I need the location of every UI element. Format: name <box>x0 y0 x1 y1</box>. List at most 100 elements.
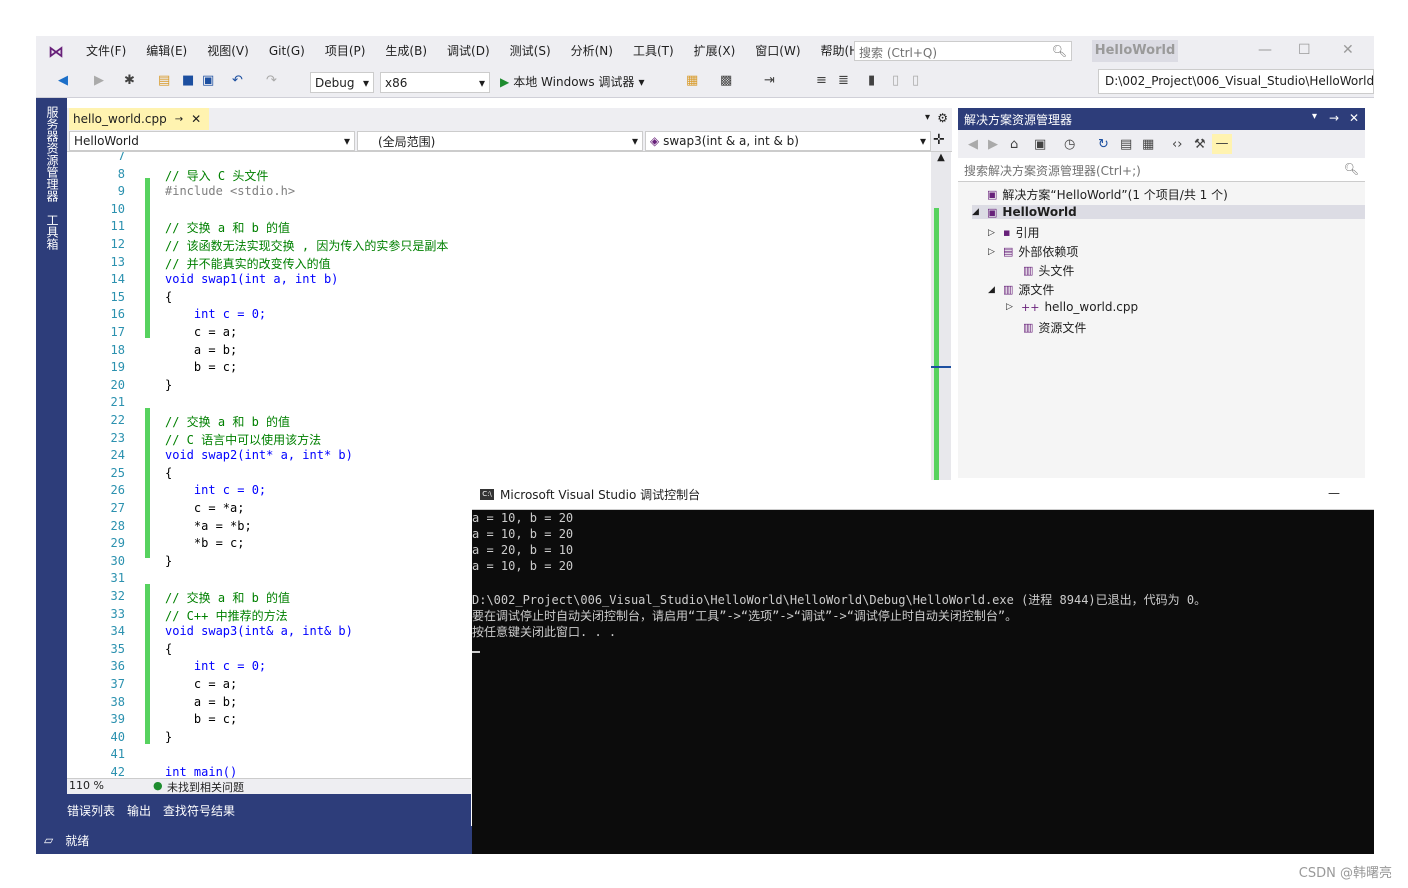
code-line[interactable]: // 交换 a 和 b 的值 <box>165 413 290 430</box>
forward-icon[interactable]: ▶ <box>988 137 998 152</box>
code-line[interactable]: b = c; <box>165 712 237 726</box>
tree-item[interactable]: ▷ ▤ 外部依赖项 <box>988 243 1078 260</box>
find-in-files-icon[interactable]: ▦ <box>686 73 698 88</box>
menu-item[interactable]: 编辑(E) <box>136 36 197 66</box>
code-line[interactable]: b = c; <box>165 360 237 374</box>
menu-item[interactable]: 生成(B) <box>375 36 437 66</box>
expander-icon[interactable]: ▷ <box>988 247 998 257</box>
comment-icon[interactable]: ≡ <box>816 73 827 88</box>
refresh-icon[interactable]: ↻ <box>1098 137 1109 152</box>
show-all-files-icon[interactable]: ▦ <box>1142 137 1154 152</box>
redo-icon[interactable]: ↷ <box>266 73 277 88</box>
code-line[interactable]: int main() <box>165 765 237 778</box>
menu-item[interactable]: 窗口(W) <box>745 36 810 66</box>
properties-icon[interactable]: ⚒ <box>1194 137 1206 152</box>
uncomment-icon[interactable]: ≣ <box>838 73 849 88</box>
prev-bookmark-icon[interactable]: ▯ <box>892 73 899 88</box>
code-line[interactable]: c = a; <box>165 677 237 691</box>
project-scope-select[interactable]: HelloWorld ▾ <box>69 131 355 151</box>
menu-item[interactable]: 视图(V) <box>197 36 259 66</box>
view-code-icon[interactable]: ‹› <box>1172 137 1182 152</box>
code-line[interactable]: int c = 0; <box>165 307 266 321</box>
new-project-icon[interactable]: ✱ <box>124 73 135 88</box>
step-icon[interactable]: ⇥ <box>764 73 775 88</box>
code-line[interactable]: // 交换 a 和 b 的值 <box>165 219 290 236</box>
scroll-up-icon[interactable]: ▲ <box>931 152 951 170</box>
code-line[interactable]: #include <stdio.h> <box>165 184 295 198</box>
split-icon[interactable]: ✛ <box>933 132 945 148</box>
expander-icon[interactable]: ▷ <box>988 228 998 238</box>
close-tab-icon[interactable]: ✕ <box>191 112 201 126</box>
close-icon[interactable]: ✕ <box>1349 111 1359 125</box>
menu-item[interactable]: 工具(T) <box>623 36 684 66</box>
menu-item[interactable]: 测试(S) <box>500 36 561 66</box>
pin-icon[interactable]: → <box>1329 111 1339 125</box>
code-line[interactable]: void swap1(int a, int b) <box>165 272 338 286</box>
tab-dropdown-icon[interactable]: ▾ <box>925 112 930 123</box>
configuration-select[interactable]: Debug ▾ <box>310 72 374 93</box>
save-icon[interactable]: ■ <box>182 73 194 88</box>
maximize-icon[interactable]: ☐ <box>1298 42 1311 58</box>
platform-select[interactable]: x86 ▾ <box>380 72 490 93</box>
minimize-icon[interactable]: — <box>1328 486 1340 500</box>
server-explorer-tab[interactable]: 服务器资源管理器 <box>44 106 61 202</box>
code-line[interactable]: } <box>165 730 172 744</box>
tree-item[interactable]: ▣ 解决方案“HelloWorld”(1 个项目/共 1 个) <box>972 186 1228 203</box>
collapse-all-icon[interactable]: ▤ <box>1120 137 1132 152</box>
code-line[interactable]: void swap2(int* a, int* b) <box>165 448 353 462</box>
issues-status[interactable]: 未找到相关问题 <box>167 779 244 795</box>
search-input[interactable]: 搜索 (Ctrl+Q) 🔍︎ <box>854 41 1072 61</box>
pin-icon[interactable]: → <box>175 114 183 125</box>
tree-item[interactable]: ▷ ++ hello_world.cpp <box>1006 300 1138 314</box>
code-line[interactable]: int c = 0; <box>165 659 266 673</box>
home-icon[interactable]: ⌂ <box>1010 137 1018 152</box>
save-all-icon[interactable]: ▣ <box>202 73 214 88</box>
start-debugger-button[interactable]: ▶ 本地 Windows 调试器 ▾ <box>500 73 644 90</box>
global-scope-select[interactable]: (全局范围) ▾ <box>357 131 643 151</box>
code-line[interactable]: // 导入 C 头文件 <box>165 167 268 184</box>
code-line[interactable]: *b = c; <box>165 536 245 550</box>
tab-hello-world-cpp[interactable]: hello_world.cpp → ✕ <box>69 108 209 130</box>
code-line[interactable]: // C 语言中可以使用该方法 <box>165 431 321 448</box>
code-line[interactable]: a = b; <box>165 343 237 357</box>
forward-icon[interactable]: ▶ <box>94 73 104 88</box>
tree-item[interactable]: ◢ ▥ 源文件 <box>988 281 1054 298</box>
code-line[interactable]: { <box>165 642 172 656</box>
code-line[interactable]: c = a; <box>165 325 237 339</box>
open-folder-icon[interactable]: ▤ <box>158 73 170 88</box>
code-line[interactable]: // 并不能真实的改变传入的值 <box>165 255 331 272</box>
tree-item[interactable]: ▷ ▪ 引用 <box>988 224 1039 241</box>
menu-item[interactable]: 扩展(X) <box>684 36 746 66</box>
code-line[interactable]: c = *a; <box>165 501 245 515</box>
path-box[interactable]: D:\002_Project\006_Visual_Studio\HelloWo… <box>1098 69 1374 94</box>
code-line[interactable]: void swap3(int& a, int& b) <box>165 624 353 638</box>
history-icon[interactable]: ◷ <box>1064 137 1075 152</box>
code-line[interactable]: int c = 0; <box>165 483 266 497</box>
settings-icon[interactable]: ⚙ <box>937 111 948 125</box>
minimize-icon[interactable]: — <box>1258 42 1272 58</box>
tab-error-list[interactable]: 错误列表 <box>67 802 115 819</box>
toolbox-tab[interactable]: 工具箱 <box>44 214 61 250</box>
expander-icon[interactable]: ◢ <box>972 207 982 217</box>
expander-icon[interactable]: ▷ <box>1006 302 1016 312</box>
menu-item[interactable]: 文件(F) <box>76 36 136 66</box>
chevron-down-icon[interactable]: ▾ <box>1312 111 1317 122</box>
next-bookmark-icon[interactable]: ▯ <box>912 73 919 88</box>
function-select[interactable]: ◈ swap3(int & a, int & b) ▾ <box>645 131 931 151</box>
code-line[interactable]: { <box>165 290 172 304</box>
undo-icon[interactable]: ↶ <box>232 73 243 88</box>
preview-icon[interactable]: — <box>1212 134 1232 154</box>
screenshot-icon[interactable]: ▩ <box>720 73 732 88</box>
solution-search-input[interactable]: 搜索解决方案资源管理器(Ctrl+;) 🔍︎ <box>958 158 1365 182</box>
menu-item[interactable]: 项目(P) <box>315 36 376 66</box>
menu-item[interactable]: 分析(N) <box>561 36 623 66</box>
code-line[interactable]: { <box>165 466 172 480</box>
code-line[interactable]: a = b; <box>165 695 237 709</box>
switch-views-icon[interactable]: ▣ <box>1034 137 1046 152</box>
zoom-level[interactable]: 110 % <box>69 779 104 792</box>
expander-icon[interactable]: ◢ <box>988 285 998 295</box>
tree-item[interactable]: ◢ ▣ HelloWorld <box>972 205 1365 219</box>
code-line[interactable]: } <box>165 378 172 392</box>
close-icon[interactable]: ✕ <box>1342 42 1354 58</box>
code-line[interactable]: } <box>165 554 172 568</box>
